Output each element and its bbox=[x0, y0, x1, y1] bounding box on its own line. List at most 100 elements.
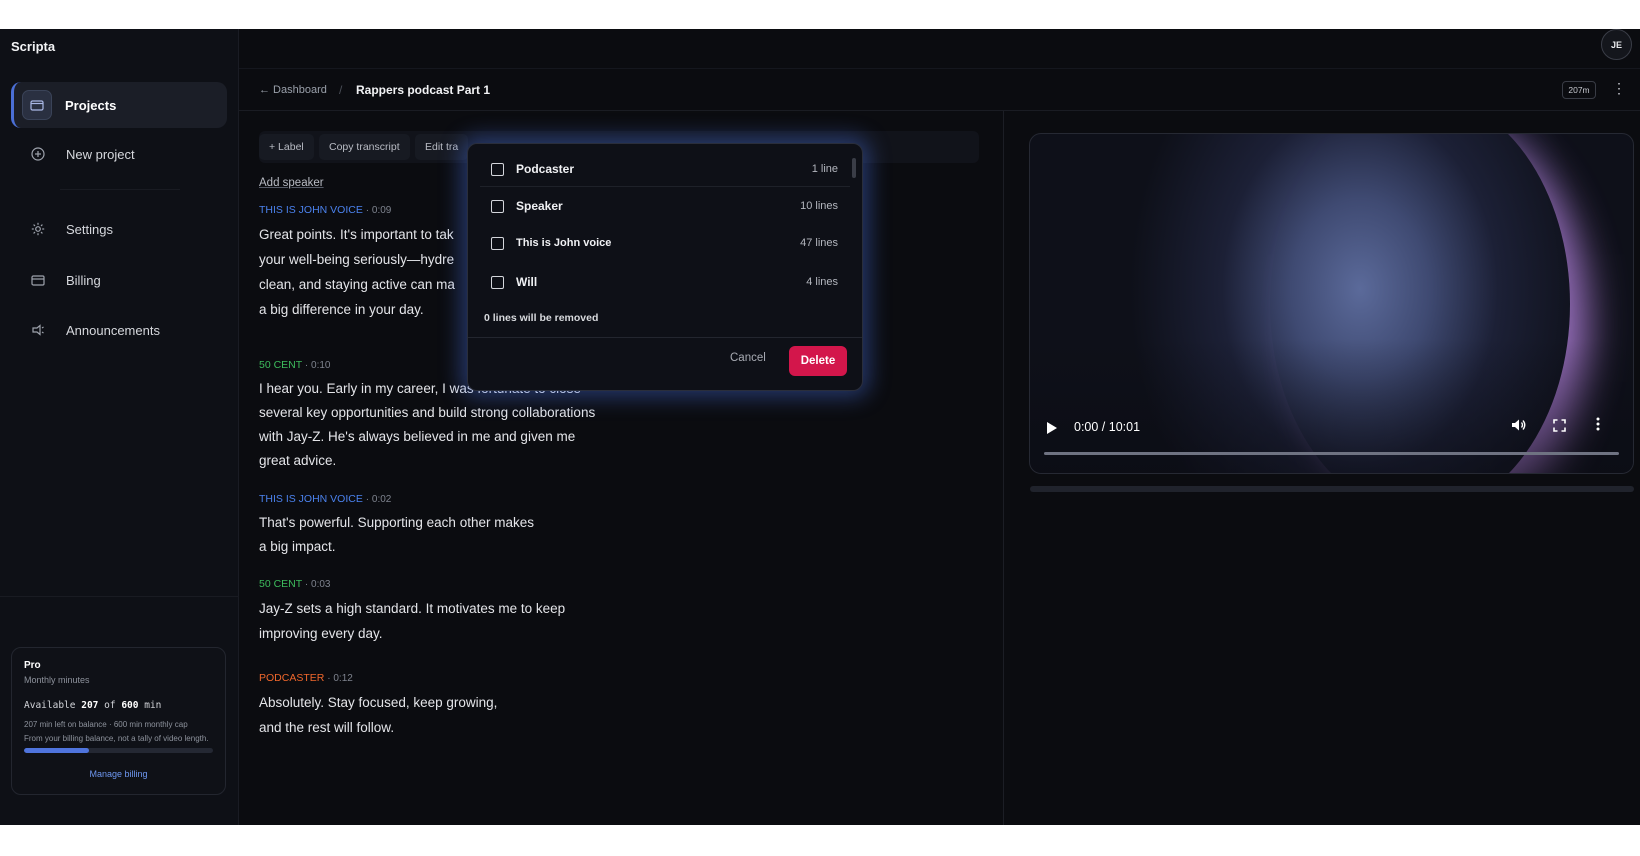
checkbox[interactable] bbox=[491, 199, 504, 213]
option-divider bbox=[480, 186, 850, 187]
available-prefix: Available bbox=[24, 700, 76, 711]
media-panel: 0:00 / 10:01 bbox=[1004, 111, 1640, 825]
speaker-label[interactable]: THIS IS JOHN VOICE bbox=[259, 493, 363, 505]
segment-line: improving every day. bbox=[259, 626, 383, 641]
page-title: Rappers podcast Part 1 bbox=[356, 83, 491, 97]
available-value: 207 bbox=[81, 700, 99, 711]
minutes-progress-bar bbox=[24, 748, 213, 753]
speaker-label[interactable]: THIS IS JOHN VOICE bbox=[259, 204, 363, 216]
speaker-option-podcaster[interactable]: Podcaster 1 line bbox=[480, 152, 850, 186]
balance-note: From your billing balance, not a tally o… bbox=[24, 734, 209, 743]
segment-timestamp: · 0:10 bbox=[304, 360, 331, 371]
sidebar-item-label: Billing bbox=[66, 272, 101, 288]
folder-icon bbox=[22, 90, 52, 120]
sidebar-item-projects[interactable]: Projects bbox=[11, 82, 227, 128]
edit-transcript-button[interactable]: Edit tra bbox=[415, 134, 469, 160]
transcript-segment[interactable]: PODCASTER · 0:12 Absolutely. Stay focuse… bbox=[259, 672, 619, 740]
speaker-label[interactable]: 50 CENT bbox=[259, 359, 302, 371]
plus-circle-icon bbox=[23, 139, 53, 169]
dialog-divider bbox=[468, 337, 862, 338]
segment-line: Absolutely. Stay focused, keep growing, bbox=[259, 695, 498, 710]
segment-text: Jay-Z sets a high standard. It motivates… bbox=[259, 596, 619, 646]
segment-line: great advice. bbox=[259, 453, 337, 468]
speaker-label[interactable]: 50 CENT bbox=[259, 578, 302, 590]
segment-timestamp: · 0:03 bbox=[304, 579, 331, 590]
avatar[interactable]: JE bbox=[1601, 29, 1632, 60]
option-name: Speaker bbox=[516, 199, 563, 213]
sidebar-item-label: New project bbox=[66, 146, 135, 162]
option-name: Podcaster bbox=[516, 162, 575, 176]
play-icon[interactable] bbox=[1047, 422, 1057, 434]
gear-icon bbox=[23, 214, 53, 244]
sidebar-item-settings[interactable]: Settings bbox=[11, 206, 227, 252]
video-player[interactable]: 0:00 / 10:01 bbox=[1029, 133, 1634, 474]
checkbox[interactable] bbox=[491, 162, 504, 176]
segment-timestamp: · 0:12 bbox=[327, 673, 353, 684]
speaker-label[interactable]: PODCASTER bbox=[259, 672, 324, 684]
sidebar-item-announcements[interactable]: Announcements bbox=[11, 307, 227, 353]
segment-header: THIS IS JOHN VOICE · 0:02 bbox=[259, 493, 619, 505]
sidebar-item-billing[interactable]: Billing bbox=[11, 257, 227, 303]
video-seek-bar[interactable] bbox=[1044, 452, 1619, 455]
video-more-icon[interactable] bbox=[1596, 417, 1600, 434]
segment-line: several key opportunities and build stro… bbox=[259, 405, 596, 420]
plan-card: Pro Monthly minutes Available 207 of 600… bbox=[11, 647, 226, 795]
segment-line: with Jay-Z. He's always believed in me a… bbox=[259, 429, 576, 444]
checkbox[interactable] bbox=[491, 275, 504, 289]
add-label-button[interactable]: + Label bbox=[259, 134, 314, 160]
checkbox[interactable] bbox=[491, 236, 504, 250]
delete-button[interactable]: Delete bbox=[789, 346, 847, 376]
manage-billing-link[interactable]: Manage billing bbox=[24, 769, 213, 779]
segment-header: PODCASTER · 0:12 bbox=[259, 672, 619, 684]
speaker-option-will[interactable]: Will 4 lines bbox=[480, 265, 850, 299]
available-unit: min bbox=[144, 700, 162, 711]
minutes-progress-fill bbox=[24, 748, 90, 753]
segment-line: and the rest will follow. bbox=[259, 720, 395, 735]
more-menu-icon[interactable]: ⋮ bbox=[1612, 80, 1626, 97]
segment-timestamp: · 0:02 bbox=[365, 494, 392, 505]
segment-header: 50 CENT · 0:03 bbox=[259, 578, 619, 590]
minutes-badge: 207m bbox=[1562, 81, 1596, 99]
sidebar-item-label: Announcements bbox=[66, 322, 160, 338]
segment-line: a big impact. bbox=[259, 539, 336, 554]
segment-timestamp: · 0:09 bbox=[365, 205, 392, 216]
segment-text: I hear you. Early in my career, I was fo… bbox=[259, 377, 639, 473]
timeline-scrollbar[interactable] bbox=[1030, 486, 1634, 492]
removal-summary: 0 lines will be removed bbox=[484, 312, 599, 324]
speaker-option-john-voice[interactable]: This is John voice 47 lines bbox=[480, 226, 850, 260]
breadcrumb: ← Dashboard / Rappers podcast Part 1 207… bbox=[239, 69, 1640, 111]
segment-text: Absolutely. Stay focused, keep growing, … bbox=[259, 690, 619, 740]
video-time: 0:00 / 10:01 bbox=[1074, 420, 1141, 434]
volume-icon[interactable] bbox=[1511, 418, 1527, 435]
transcript-segment[interactable]: THIS IS JOHN VOICE · 0:02 That's powerfu… bbox=[259, 493, 619, 559]
plan-name: Pro bbox=[24, 660, 41, 671]
dialog-scrollbar[interactable] bbox=[852, 158, 856, 178]
balance-line: 207 min left on balance · 600 min monthl… bbox=[24, 720, 188, 729]
option-count: 4 lines bbox=[806, 276, 838, 288]
top-bar: JE bbox=[239, 29, 1640, 69]
available-cap: 600 bbox=[121, 700, 139, 711]
sidebar-item-new-project[interactable]: New project bbox=[11, 131, 227, 177]
sidebar: Scripta Projects New project Settings Bi… bbox=[0, 29, 239, 825]
back-to-dashboard-link[interactable]: ← Dashboard bbox=[259, 84, 327, 96]
transcript-segment[interactable]: 50 CENT · 0:03 Jay-Z sets a high standar… bbox=[259, 578, 619, 646]
app-window: Scripta Projects New project Settings Bi… bbox=[0, 29, 1640, 825]
credit-card-icon bbox=[23, 265, 53, 295]
fullscreen-icon[interactable] bbox=[1553, 419, 1566, 435]
option-name: Will bbox=[516, 275, 538, 289]
available-minutes: Available 207 of 600 min bbox=[24, 700, 213, 711]
sidebar-item-label: Projects bbox=[65, 97, 117, 113]
segment-line: That's powerful. Supporting each other m… bbox=[259, 515, 534, 530]
breadcrumb-separator: / bbox=[339, 83, 343, 97]
sidebar-divider bbox=[60, 189, 180, 190]
speaker-option-speaker[interactable]: Speaker 10 lines bbox=[480, 189, 850, 223]
copy-transcript-button[interactable]: Copy transcript bbox=[319, 134, 410, 160]
sidebar-item-label: Settings bbox=[66, 221, 113, 237]
option-count: 1 line bbox=[811, 163, 838, 175]
option-name: This is John voice bbox=[516, 237, 612, 249]
add-speaker-link[interactable]: Add speaker bbox=[259, 177, 324, 189]
option-count: 47 lines bbox=[800, 237, 838, 249]
cancel-button[interactable]: Cancel bbox=[730, 352, 766, 364]
delete-speakers-dialog: Podcaster 1 line Speaker 10 lines This i… bbox=[467, 143, 863, 391]
megaphone-icon bbox=[23, 315, 53, 345]
